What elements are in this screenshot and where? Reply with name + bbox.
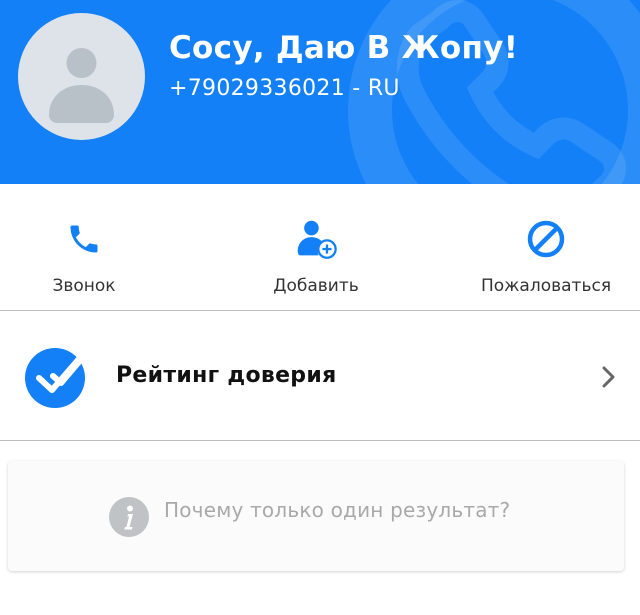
chevron-right-icon bbox=[602, 366, 615, 388]
report-label: Пожаловаться bbox=[480, 276, 612, 296]
report-button[interactable]: Пожаловаться bbox=[446, 184, 640, 310]
phone-icon bbox=[63, 218, 105, 260]
why-one-result-card[interactable]: Почему только один результат? bbox=[8, 461, 624, 571]
add-label: Добавить bbox=[273, 276, 359, 296]
add-contact-button[interactable]: Добавить bbox=[216, 184, 416, 310]
add-contact-icon bbox=[295, 218, 337, 260]
avatar bbox=[18, 13, 145, 140]
why-one-result-text: Почему только один результат? bbox=[164, 498, 511, 522]
contact-phone: +79029336021 - RU bbox=[169, 76, 400, 101]
call-label: Звонок bbox=[52, 276, 116, 296]
trust-rating-row[interactable]: Рейтинг доверия bbox=[0, 311, 640, 440]
action-bar: Звонок Добавить Пожаловаться bbox=[0, 184, 640, 310]
info-icon bbox=[109, 497, 149, 537]
trust-rating-label: Рейтинг доверия bbox=[116, 363, 337, 388]
check-badge-icon bbox=[25, 347, 92, 408]
call-button[interactable]: Звонок bbox=[0, 184, 184, 310]
person-icon bbox=[49, 48, 114, 123]
divider bbox=[0, 440, 640, 441]
contact-name: Сосу, Даю В Жопу! bbox=[169, 30, 519, 66]
contact-header: Сосу, Даю В Жопу! +79029336021 - RU bbox=[0, 0, 640, 184]
block-icon bbox=[525, 218, 567, 260]
